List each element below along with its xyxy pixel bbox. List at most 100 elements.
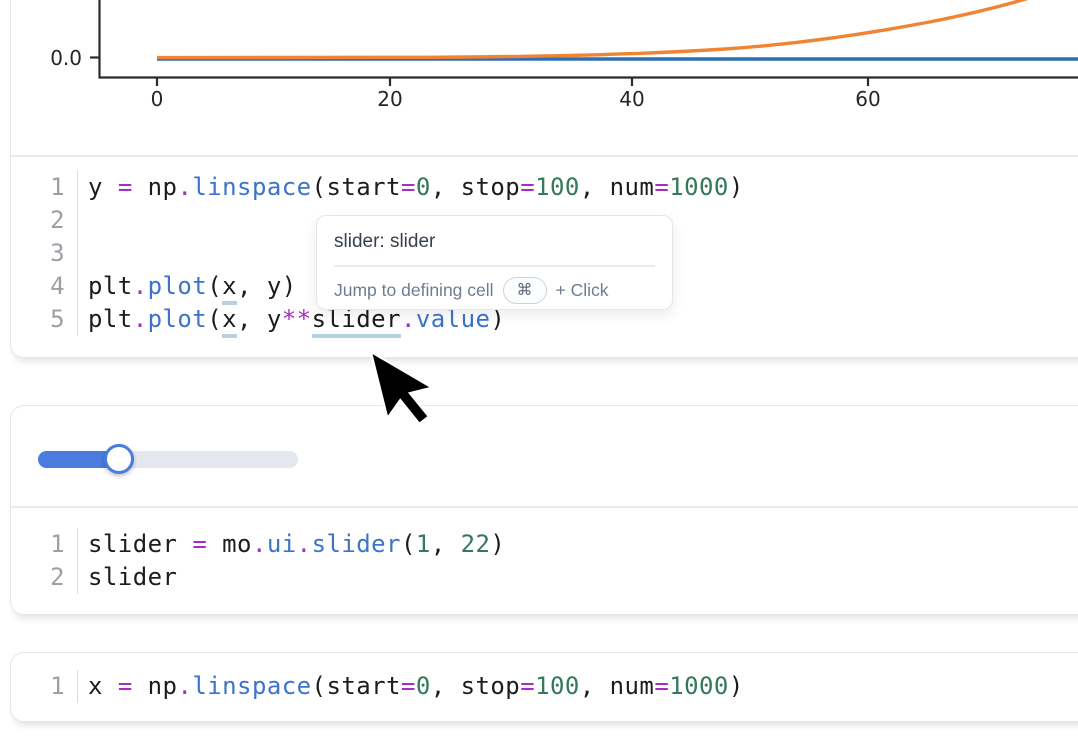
code-token: ( bbox=[401, 530, 416, 558]
code-editor-slider[interactable]: 1slider = mo.ui.slider(1, 22)2slider bbox=[10, 528, 505, 594]
command-key-icon: ⌘ bbox=[503, 277, 547, 304]
linked-variable-token[interactable]: x bbox=[222, 272, 237, 305]
plot-canvas bbox=[10, 0, 1078, 156]
code-token: y bbox=[267, 272, 282, 300]
code-token: = bbox=[118, 173, 133, 201]
code-token: ui bbox=[267, 530, 297, 558]
line-number: 3 bbox=[10, 237, 78, 270]
code-line[interactable]: 1slider = mo.ui.slider(1, 22) bbox=[10, 528, 505, 561]
linked-variable-token[interactable]: x bbox=[222, 305, 237, 338]
marimo-notebook-page: { "chart_data": { "type": "line", "title… bbox=[0, 0, 1078, 746]
code-token: = bbox=[401, 173, 416, 201]
code-token: = bbox=[520, 173, 535, 201]
mouse-cursor-icon bbox=[360, 345, 450, 445]
code-token: linspace bbox=[192, 672, 311, 700]
code-token: ) bbox=[729, 173, 744, 201]
x-tick-label-1: 20 bbox=[355, 87, 425, 111]
code-token: ) bbox=[282, 272, 297, 300]
code-line[interactable]: 1 y = np.linspace(start=0, stop=100, num=… bbox=[10, 171, 744, 204]
code-token bbox=[103, 173, 118, 201]
code-token: ( bbox=[312, 672, 327, 700]
code-token bbox=[133, 672, 148, 700]
code-token: stop bbox=[461, 173, 521, 201]
line-number: 1 bbox=[10, 670, 78, 703]
code-token: ( bbox=[312, 173, 327, 201]
code-token: 1000 bbox=[669, 672, 729, 700]
code-token: = bbox=[654, 173, 669, 201]
code-text: slider bbox=[88, 561, 177, 594]
code-token: slider bbox=[312, 530, 401, 558]
code-token: = bbox=[401, 672, 416, 700]
code-token: stop bbox=[461, 672, 521, 700]
variable-tooltip: slider: slider Jump to defining cell ⌘ +… bbox=[316, 215, 673, 310]
code-token: slider bbox=[88, 530, 177, 558]
code-token: np bbox=[148, 173, 178, 201]
code-token: start bbox=[326, 173, 401, 201]
slider-handle[interactable] bbox=[104, 444, 134, 474]
code-token: 0 bbox=[416, 672, 431, 700]
code-token bbox=[207, 530, 222, 558]
line-number: 1 bbox=[10, 528, 78, 561]
tooltip-title: slider: slider bbox=[317, 216, 672, 265]
code-token: . bbox=[133, 305, 148, 333]
tooltip-click-suffix: + Click bbox=[556, 280, 609, 301]
code-token: 22 bbox=[461, 530, 491, 558]
cell-output-code-divider bbox=[11, 155, 1078, 157]
code-token: , bbox=[580, 672, 610, 700]
code-editor-x[interactable]: 1x = np.linspace(start=0, stop=100, num=… bbox=[10, 670, 744, 703]
code-token: 1 bbox=[416, 530, 431, 558]
code-line[interactable]: 1x = np.linspace(start=0, stop=100, num=… bbox=[10, 670, 744, 703]
code-token bbox=[177, 530, 192, 558]
code-token: y bbox=[267, 305, 282, 333]
code-token: . bbox=[177, 672, 192, 700]
x-tick-label-0: 0 bbox=[122, 87, 192, 111]
code-token: slider bbox=[88, 563, 177, 591]
code-token: , bbox=[431, 173, 461, 201]
code-token: . bbox=[133, 272, 148, 300]
code-token: . bbox=[177, 173, 192, 201]
x-tick-label-2: 40 bbox=[597, 87, 667, 111]
code-token: = bbox=[520, 672, 535, 700]
y-tick-label: 0.0 bbox=[36, 46, 82, 70]
code-token: start bbox=[326, 672, 401, 700]
line-number: 2 bbox=[10, 561, 78, 594]
matplotlib-figure bbox=[10, 0, 1078, 156]
code-token: ) bbox=[490, 530, 505, 558]
code-text: y = np.linspace(start=0, stop=100, num=1… bbox=[88, 171, 744, 204]
code-token: , bbox=[431, 530, 461, 558]
code-token: x bbox=[88, 672, 103, 700]
code-token: . bbox=[297, 530, 312, 558]
code-token: 100 bbox=[535, 672, 580, 700]
code-token: 1000 bbox=[669, 173, 729, 201]
code-token: , bbox=[237, 305, 267, 333]
code-token: plt bbox=[88, 305, 133, 333]
code-token: = bbox=[118, 672, 133, 700]
line-number: 1 bbox=[10, 171, 78, 204]
code-token: plot bbox=[148, 305, 208, 333]
code-token: , bbox=[237, 272, 267, 300]
jump-to-defining-cell-hint: Jump to defining cell bbox=[334, 280, 494, 301]
code-token: y bbox=[88, 173, 103, 201]
code-token: plot bbox=[148, 272, 208, 300]
code-token: np bbox=[148, 672, 178, 700]
code-token bbox=[103, 672, 118, 700]
code-line[interactable]: 2 slider bbox=[10, 561, 505, 594]
series-line-orange bbox=[157, 0, 1048, 58]
line-number: 4 bbox=[10, 270, 78, 303]
code-token: mo bbox=[222, 530, 252, 558]
code-text: slider = mo.ui.slider(1, 22) bbox=[88, 528, 505, 561]
line-number: 5 bbox=[10, 303, 78, 336]
line-number: 2 bbox=[10, 204, 78, 237]
code-token: 100 bbox=[535, 173, 580, 201]
code-token: , bbox=[580, 173, 610, 201]
code-token: num bbox=[610, 672, 655, 700]
code-token: num bbox=[610, 173, 655, 201]
code-token: . bbox=[252, 530, 267, 558]
code-token: linspace bbox=[192, 173, 311, 201]
code-token: , bbox=[431, 672, 461, 700]
code-text: x = np.linspace(start=0, stop=100, num=1… bbox=[88, 670, 744, 703]
cell-output-code-divider-2 bbox=[11, 506, 1078, 508]
x-tick-label-3: 60 bbox=[833, 87, 903, 111]
code-token: ) bbox=[729, 672, 744, 700]
code-text: plt.plot(x, y) bbox=[88, 270, 297, 303]
